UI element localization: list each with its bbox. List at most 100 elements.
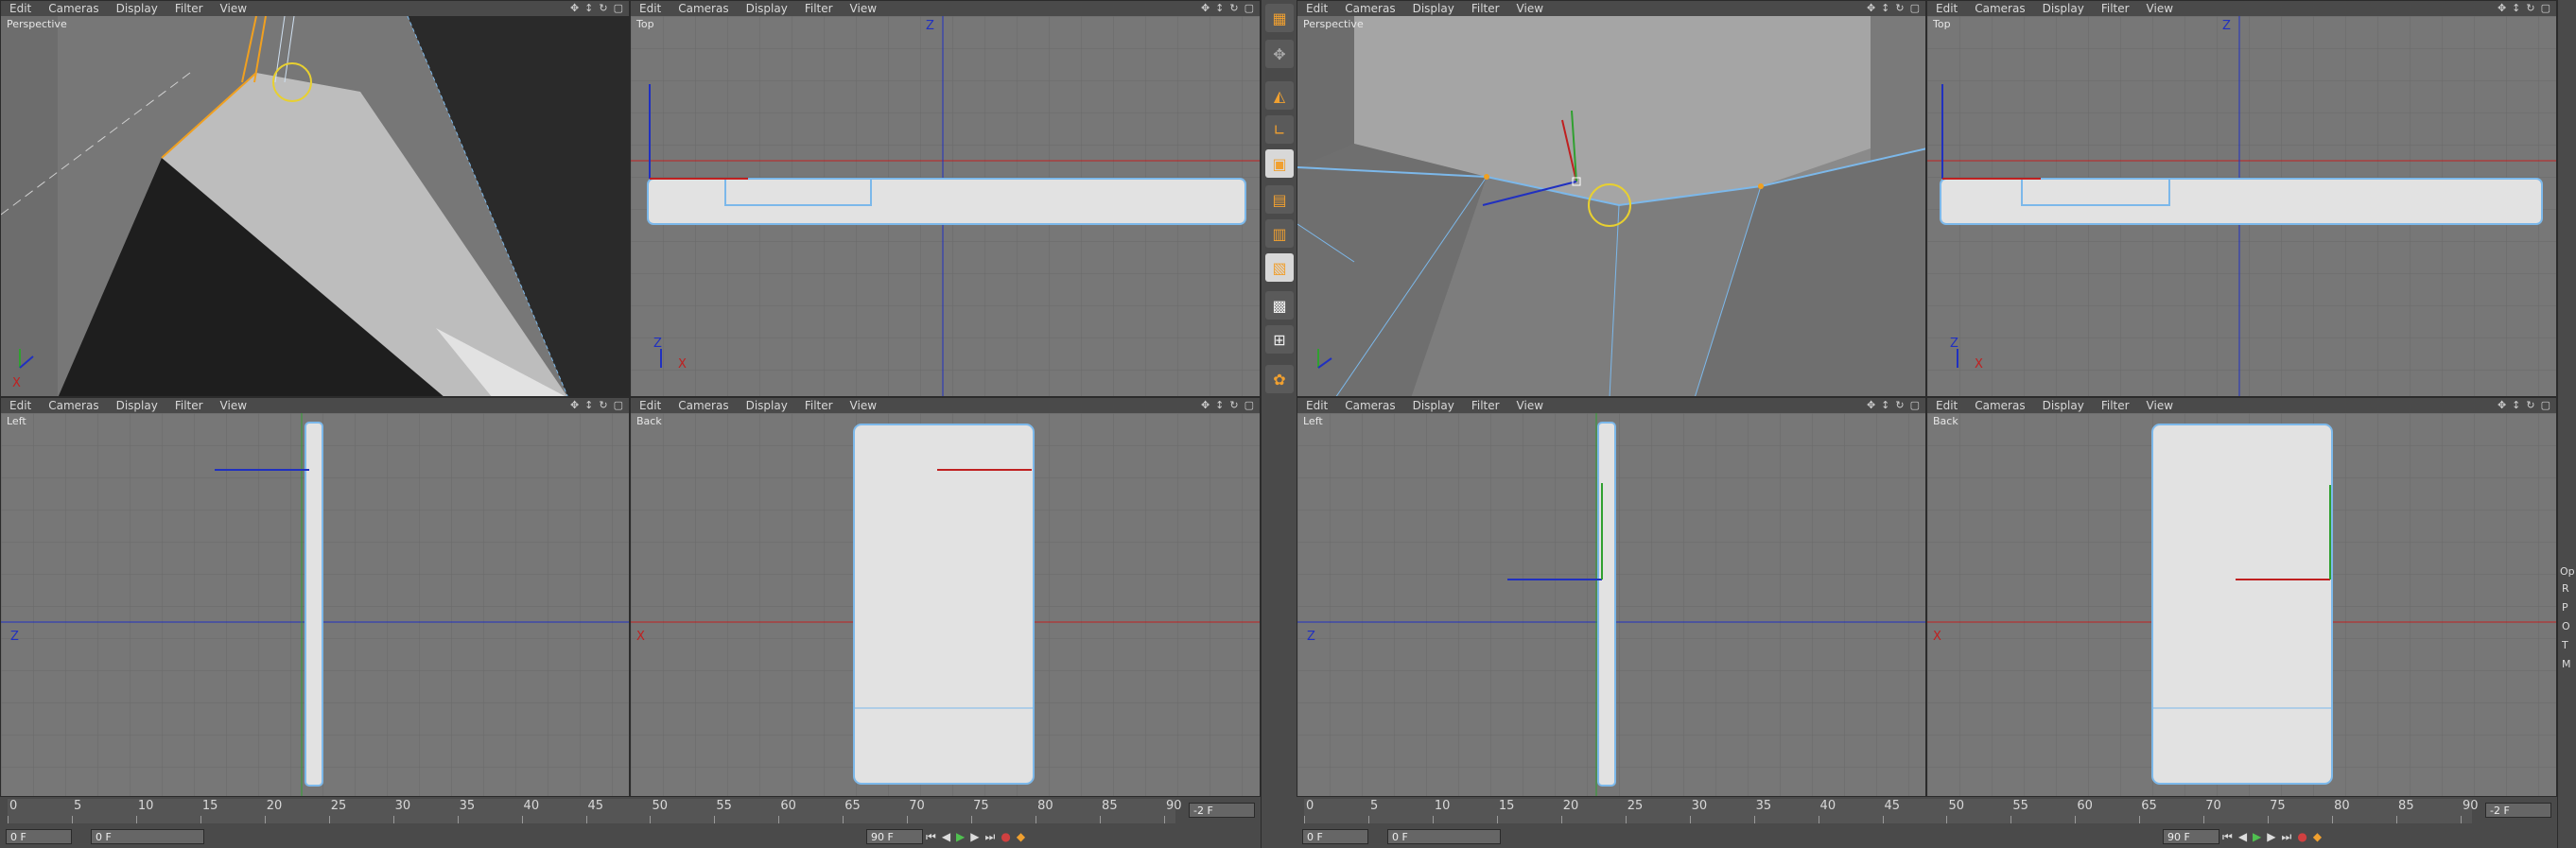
menu-filter[interactable]: Filter <box>2093 398 2138 413</box>
last-frame-icon[interactable]: ⏭ <box>985 830 996 844</box>
zoom-view-icon[interactable]: ↕ <box>2512 398 2520 413</box>
move-view-icon[interactable]: ✥ <box>1867 1 1875 16</box>
menu-filter[interactable]: Filter <box>2093 1 2138 16</box>
maximize-view-icon[interactable]: ▢ <box>614 1 623 16</box>
move-view-icon[interactable]: ✥ <box>2498 398 2506 413</box>
range-start-field[interactable]: 0 F <box>91 829 204 844</box>
menu-display[interactable]: Display <box>2034 398 2093 413</box>
menu-cameras[interactable]: Cameras <box>1336 398 1403 413</box>
menu-cameras[interactable]: Cameras <box>670 398 737 413</box>
zoom-view-icon[interactable]: ↕ <box>2512 1 2520 16</box>
move-tool-icon[interactable]: ✥ <box>1265 40 1294 68</box>
render-view-icon[interactable]: ▦ <box>1265 4 1294 32</box>
record-icon[interactable]: ● <box>1001 830 1010 843</box>
menu-view[interactable]: View <box>2138 398 2182 413</box>
rotate-view-icon[interactable]: ↻ <box>2526 1 2534 16</box>
menu-display[interactable]: Display <box>1404 1 1463 16</box>
maximize-view-icon[interactable]: ▢ <box>2541 398 2550 413</box>
viewport-perspective-left[interactable]: Edit Cameras Display Filter View ✥ ↕ ↻ ▢ <box>0 0 630 397</box>
panel-tab-r[interactable]: R <box>2562 582 2569 595</box>
play-icon[interactable]: ▶ <box>2253 830 2261 843</box>
menu-filter[interactable]: Filter <box>1463 398 1508 413</box>
menu-display[interactable]: Display <box>108 1 166 16</box>
uv-icon[interactable]: ⊞ <box>1265 325 1294 354</box>
menu-cameras[interactable]: Cameras <box>1966 1 2033 16</box>
menu-edit[interactable]: Edit <box>1297 398 1336 413</box>
timeline-ruler[interactable]: 0 5 10 15 20 25 30 35 40 45 50 55 60 65 70 75 80 85 90 <box>8 799 1182 823</box>
timeline-right[interactable]: 0 5 10 15 20 25 30 35 40 45 50 55 60 65 70 75 80 85 90 -2 … <box>1297 797 2557 848</box>
menu-display[interactable]: Display <box>738 398 796 413</box>
sculpt-icon[interactable]: ✿ <box>1265 365 1294 393</box>
next-frame-icon[interactable]: ▶ <box>2267 830 2275 843</box>
menu-display[interactable]: Display <box>1404 398 1463 413</box>
keyframe-icon[interactable]: ◆ <box>1017 830 1025 843</box>
menu-view[interactable]: View <box>842 1 885 16</box>
menu-filter[interactable]: Filter <box>166 398 212 413</box>
viewport-back-left[interactable]: Edit Cameras Display Filter View ✥ ↕ ↻ ▢ X … <box>630 397 1261 797</box>
menu-cameras[interactable]: Cameras <box>40 398 107 413</box>
menu-filter[interactable]: Filter <box>1463 1 1508 16</box>
rotate-view-icon[interactable]: ↻ <box>1895 398 1904 413</box>
maximize-view-icon[interactable]: ▢ <box>2541 1 2550 16</box>
viewport-back-right[interactable]: Edit Cameras Display Filter View ✥ ↕ ↻ ▢ X … <box>1926 397 2557 797</box>
move-view-icon[interactable]: ✥ <box>1201 398 1210 413</box>
menu-edit[interactable]: Edit <box>1 1 40 16</box>
menu-edit[interactable]: Edit <box>1927 1 1966 16</box>
panel-tab-op[interactable]: Op <box>2560 565 2575 578</box>
edges-mode-icon[interactable]: ∟ <box>1265 115 1294 144</box>
zoom-view-icon[interactable]: ↕ <box>1215 1 1224 16</box>
menu-filter[interactable]: Filter <box>796 1 842 16</box>
viewport-left-left[interactable]: Edit Cameras Display Filter View ✥ ↕ ↻ ▢ Z … <box>0 397 630 797</box>
points-mode-icon[interactable]: ◭ <box>1265 81 1294 110</box>
menu-view[interactable]: View <box>842 398 885 413</box>
timeline-left[interactable]: 0 5 10 15 20 25 30 35 40 45 50 55 60 65 70 75 80 85 90 -2 … <box>0 797 1261 848</box>
current-frame-right-field[interactable]: -2 F <box>2485 803 2551 818</box>
zoom-view-icon[interactable]: ↕ <box>1215 398 1224 413</box>
range-start-field[interactable]: 0 F <box>1387 829 1501 844</box>
menu-cameras[interactable]: Cameras <box>670 1 737 16</box>
prev-frame-icon[interactable]: ◀ <box>942 830 950 843</box>
move-view-icon[interactable]: ✥ <box>570 1 579 16</box>
model-mode-icon[interactable]: ▤ <box>1265 185 1294 214</box>
polygons-mode-icon[interactable]: ▣ <box>1265 149 1294 178</box>
rotate-view-icon[interactable]: ↻ <box>1229 1 1238 16</box>
zoom-view-icon[interactable]: ↕ <box>1881 1 1889 16</box>
panel-tab-m[interactable]: M <box>2562 658 2571 670</box>
maximize-view-icon[interactable]: ▢ <box>1244 398 1254 413</box>
range-end-field[interactable]: 90 F <box>866 829 923 844</box>
menu-display[interactable]: Display <box>738 1 796 16</box>
rotate-view-icon[interactable]: ↻ <box>599 1 607 16</box>
panel-tab-p[interactable]: P <box>2562 601 2568 614</box>
record-icon[interactable]: ● <box>2297 830 2306 843</box>
menu-display[interactable]: Display <box>2034 1 2093 16</box>
panel-tab-t[interactable]: T <box>2562 639 2568 651</box>
viewport-top-right[interactable]: Edit Cameras Display Filter View ✥ ↕ ↻ ▢ Z … <box>1926 0 2557 397</box>
maximize-view-icon[interactable]: ▢ <box>1244 1 1254 16</box>
menu-filter[interactable]: Filter <box>166 1 212 16</box>
menu-view[interactable]: View <box>212 1 255 16</box>
viewport-left-right[interactable]: Edit Cameras Display Filter View ✥ ↕ ↻ ▢ Z … <box>1297 397 1926 797</box>
current-frame-field[interactable]: 0 F <box>6 829 72 844</box>
menu-cameras[interactable]: Cameras <box>1966 398 2033 413</box>
maximize-view-icon[interactable]: ▢ <box>1910 1 1920 16</box>
menu-view[interactable]: View <box>212 398 255 413</box>
range-end-field[interactable]: 90 F <box>2163 829 2219 844</box>
move-view-icon[interactable]: ✥ <box>1867 398 1875 413</box>
texture-mode-icon[interactable]: ▧ <box>1265 253 1294 282</box>
next-frame-icon[interactable]: ▶ <box>970 830 979 843</box>
menu-edit[interactable]: Edit <box>1297 1 1336 16</box>
checker-icon[interactable]: ▩ <box>1265 291 1294 320</box>
prev-frame-icon[interactable]: ◀ <box>2238 830 2247 843</box>
viewport-top-left[interactable]: Edit Cameras Display Filter View ✥ ↕ ↻ ▢ Z … <box>630 0 1261 397</box>
menu-edit[interactable]: Edit <box>1 398 40 413</box>
rotate-view-icon[interactable]: ↻ <box>1229 398 1238 413</box>
menu-edit[interactable]: Edit <box>631 1 670 16</box>
menu-edit[interactable]: Edit <box>1927 398 1966 413</box>
move-view-icon[interactable]: ✥ <box>2498 1 2506 16</box>
panel-tab-o[interactable]: O <box>2562 620 2570 632</box>
menu-cameras[interactable]: Cameras <box>1336 1 1403 16</box>
play-icon[interactable]: ▶ <box>956 830 965 843</box>
menu-cameras[interactable]: Cameras <box>40 1 107 16</box>
timeline-ruler[interactable]: 0 5 10 15 20 25 30 35 40 45 50 55 60 65 70 75 80 85 90 <box>1304 799 2479 823</box>
menu-view[interactable]: View <box>2138 1 2182 16</box>
